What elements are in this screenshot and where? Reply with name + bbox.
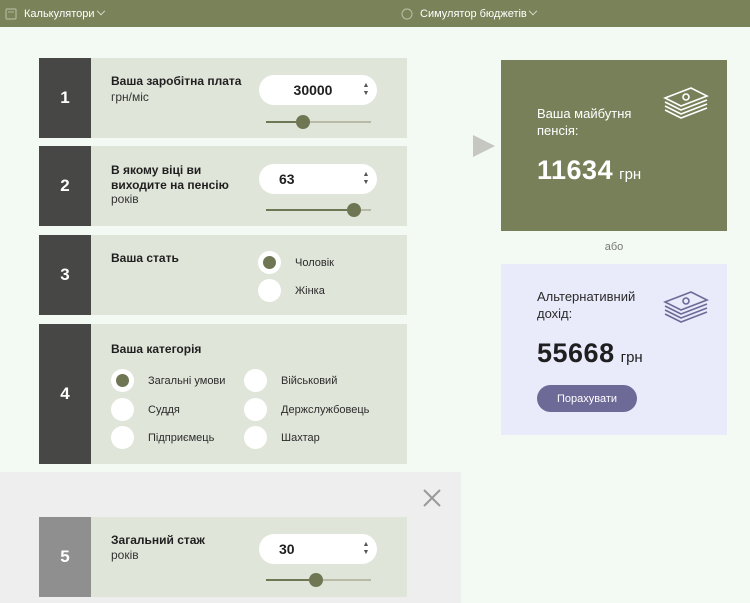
step-number: 2 — [39, 146, 91, 226]
pension-label: Ваша майбутня пенсія: — [537, 106, 632, 138]
radio-button[interactable] — [244, 398, 267, 421]
retirement-age-title: В якому віці ви виходите на пенсію — [111, 163, 229, 192]
radio-button[interactable] — [111, 369, 134, 392]
category-card: 4 Ваша категорія Загальні умови Військов… — [39, 324, 407, 464]
alternative-income-value: 55668 — [537, 338, 615, 368]
currency-label: грн — [619, 166, 642, 183]
radio-button[interactable] — [258, 279, 281, 302]
step-number: 4 — [39, 324, 91, 464]
category-title: Ваша категорія — [111, 342, 202, 356]
radio-button[interactable] — [258, 251, 281, 274]
money-stack-icon — [663, 87, 709, 119]
retirement-age-stepper[interactable]: 63 ▲ ▼ — [259, 164, 377, 194]
radio-label: Загальні умови — [148, 374, 226, 387]
slider-thumb[interactable] — [309, 573, 324, 587]
budget-simulator-menu[interactable]: Симулятор бюджетів — [400, 0, 538, 27]
stepper-arrows[interactable]: ▲ ▼ — [355, 171, 377, 187]
work-experience-card: 5 Загальний стаж років 30 ▲ ▼ — [39, 517, 407, 597]
stepper-arrows[interactable]: ▲ ▼ — [355, 541, 377, 557]
pension-amount: 11634 грн — [537, 155, 641, 186]
slider-thumb[interactable] — [347, 203, 362, 217]
work-experience-slider[interactable] — [266, 573, 371, 587]
top-navigation-bar: Калькулятори Симулятор бюджетів — [0, 0, 750, 27]
play-arrow-icon — [473, 135, 495, 157]
stepper-arrows[interactable]: ▲ ▼ — [355, 82, 377, 98]
pension-value: 11634 — [537, 155, 614, 185]
work-experience-unit: років — [111, 548, 139, 562]
radio-label: Чоловік — [295, 256, 334, 269]
stepper-up-icon[interactable]: ▲ — [363, 541, 370, 549]
step-number: 5 — [39, 517, 91, 597]
category-option-judge[interactable]: Суддя — [111, 398, 180, 421]
radio-label: Військовий — [281, 374, 338, 387]
salary-unit: грн/міс — [111, 90, 149, 104]
radio-button[interactable] — [244, 369, 267, 392]
radio-button[interactable] — [244, 426, 267, 449]
calculators-menu[interactable]: Калькулятори — [4, 0, 105, 27]
simulator-icon — [400, 7, 414, 21]
salary-value: 30000 — [293, 82, 333, 98]
calculators-menu-label: Калькулятори — [24, 7, 95, 20]
chevron-down-icon — [528, 6, 538, 15]
category-option-military[interactable]: Військовий — [244, 369, 337, 392]
money-stack-icon — [663, 291, 709, 323]
salary-card: 1 Ваша заробітна плата грн/міс 30000 ▲ ▼ — [39, 58, 407, 138]
alternative-income-label: Альтернативний дохід: — [537, 289, 636, 321]
work-experience-value: 30 — [279, 541, 295, 557]
retirement-age-card: 2 В якому віці ви виходите на пенсію рок… — [39, 146, 407, 226]
retirement-age-unit: років — [111, 192, 139, 206]
gender-title: Ваша стать — [111, 251, 179, 265]
radio-label: Держслужбовець — [281, 403, 370, 416]
close-icon[interactable] — [421, 487, 443, 509]
budget-simulator-label: Симулятор бюджетів — [420, 7, 527, 20]
radio-label: Суддя — [148, 403, 180, 416]
step-number: 1 — [39, 58, 91, 138]
pension-result-panel: Ваша майбутня пенсія: 11634 грн — [501, 60, 727, 231]
salary-stepper[interactable]: 30000 ▲ ▼ — [259, 75, 377, 105]
category-option-general[interactable]: Загальні умови — [111, 369, 225, 392]
chevron-down-icon — [96, 6, 105, 15]
radio-button[interactable] — [111, 426, 134, 449]
radio-label: Шахтар — [281, 431, 320, 444]
calculate-button[interactable]: Порахувати — [537, 385, 637, 412]
work-experience-stepper[interactable]: 30 ▲ ▼ — [259, 534, 377, 564]
category-option-miner[interactable]: Шахтар — [244, 426, 320, 449]
retirement-age-value: 63 — [279, 171, 295, 187]
stepper-up-icon[interactable]: ▲ — [363, 82, 370, 90]
or-separator: або — [604, 241, 624, 253]
calculator-icon — [4, 7, 18, 21]
alternative-income-panel: Альтернативний дохід: 55668 грн Порахуват… — [501, 264, 727, 435]
alternative-income-amount: 55668 грн — [537, 338, 643, 369]
stepper-down-icon[interactable]: ▼ — [363, 90, 370, 98]
retirement-age-slider[interactable] — [266, 203, 371, 217]
category-option-civil-servant[interactable]: Держслужбовець — [244, 398, 369, 421]
radio-label: Жінка — [295, 284, 325, 297]
currency-label: грн — [620, 349, 643, 366]
salary-title: Ваша заробітна плата — [111, 74, 242, 88]
stepper-up-icon[interactable]: ▲ — [363, 171, 370, 179]
slider-thumb[interactable] — [295, 115, 310, 129]
slider-fill — [266, 209, 355, 211]
category-option-entrepreneur[interactable]: Підприємець — [111, 426, 214, 449]
stepper-down-icon[interactable]: ▼ — [363, 179, 370, 187]
gender-option-female[interactable]: Жінка — [258, 279, 325, 302]
stepper-down-icon[interactable]: ▼ — [363, 549, 370, 557]
gender-option-male[interactable]: Чоловік — [258, 251, 334, 274]
step-number: 3 — [39, 235, 91, 315]
salary-slider[interactable] — [266, 115, 371, 129]
radio-label: Підприємець — [148, 431, 215, 444]
radio-button[interactable] — [111, 398, 134, 421]
gender-card: 3 Ваша стать Чоловік Жінка — [39, 235, 407, 315]
work-experience-title: Загальний стаж — [111, 533, 205, 547]
